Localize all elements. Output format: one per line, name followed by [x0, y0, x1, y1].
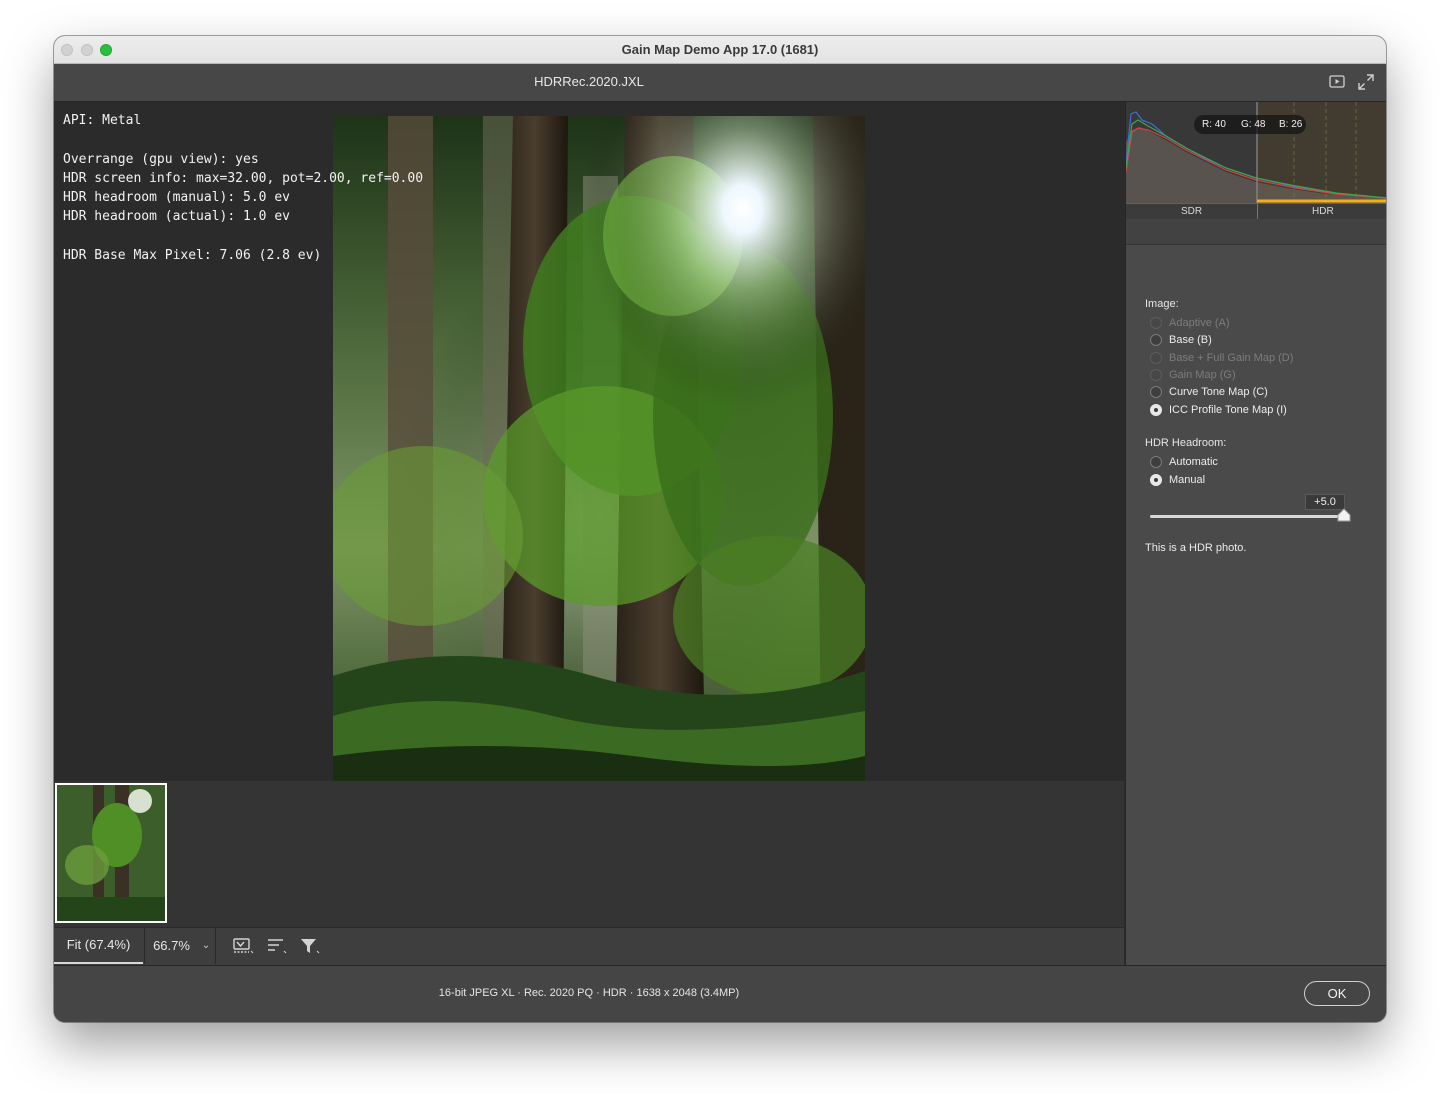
radio-label: Gain Map (G): [1169, 369, 1236, 381]
image-format-info: 16-bit JPEG XL · Rec. 2020 PQ · HDR · 16…: [438, 987, 740, 999]
sdr-label: SDR: [1181, 206, 1203, 217]
headroom-slider-thumb[interactable]: [1337, 508, 1351, 522]
green-value: G: 48: [1241, 119, 1266, 130]
play-slideshow-icon[interactable]: [1328, 73, 1346, 91]
histogram-footer-band: [1126, 219, 1386, 245]
hdr-label: HDR: [1312, 206, 1334, 217]
radio-button-selected[interactable]: [1150, 404, 1162, 416]
radio-label: ICC Profile Tone Map (I): [1169, 404, 1287, 416]
red-value: R: 40: [1202, 119, 1226, 130]
zoom-dropdown-chevron-icon[interactable]: ⌄: [197, 928, 216, 964]
radio-button: [1150, 317, 1162, 329]
hdr-headroom-label: HDR Headroom:: [1145, 437, 1227, 449]
histogram: R: 40 G: 48 B: 26: [1126, 102, 1386, 203]
blue-value: B: 26: [1279, 119, 1303, 130]
headroom-slider-track[interactable]: [1150, 515, 1346, 518]
inspector-panel: R: 40 G: 48 B: 26 SDR HDR Image: Adaptiv…: [1125, 102, 1386, 965]
fit-zoom-button[interactable]: Fit (67.4%): [54, 928, 143, 964]
radio-button[interactable]: [1150, 386, 1162, 398]
window-title: Gain Map Demo App 17.0 (1681): [621, 42, 819, 57]
sort-icon[interactable]: [266, 937, 288, 955]
image-viewer[interactable]: API: Metal Overrange (gpu view): yes HDR…: [54, 102, 1124, 781]
thumbnail-hdrrec-2020[interactable]: [55, 783, 167, 923]
sdr-hdr-divider: [1257, 204, 1258, 220]
title-bar: Gain Map Demo App 17.0 (1681): [54, 36, 1386, 64]
image-mode-label: Image:: [1145, 298, 1179, 310]
ok-button[interactable]: OK: [1304, 981, 1370, 1006]
fullscreen-icon[interactable]: [1357, 73, 1375, 91]
radio-button: [1150, 369, 1162, 381]
zoom-percent-field[interactable]: 66.7%: [144, 928, 198, 964]
radio-label: Manual: [1169, 474, 1206, 486]
zoom-toolbar: Fit (67.4%) 66.7% ⌄: [54, 927, 1124, 965]
radio-label: Base (B): [1169, 334, 1212, 346]
histogram-axis-labels: SDR HDR: [1126, 203, 1386, 220]
radio-button: [1150, 352, 1162, 364]
radio-button[interactable]: [1150, 334, 1162, 346]
radio-button[interactable]: [1150, 456, 1162, 468]
hdr-photo-note: This is a HDR photo.: [1145, 542, 1247, 554]
radio-label: Automatic: [1169, 456, 1218, 468]
file-name: HDRRec.2020.JXL: [534, 74, 644, 89]
status-footer: 16-bit JPEG XL · Rec. 2020 PQ · HDR · 16…: [54, 965, 1386, 1022]
radio-label: Base + Full Gain Map (D): [1169, 352, 1294, 364]
debug-info-overlay: API: Metal Overrange (gpu view): yes HDR…: [63, 113, 424, 264]
radio-label: Curve Tone Map (C): [1169, 386, 1268, 398]
filter-icon[interactable]: [299, 937, 321, 955]
viewer-header: HDRRec.2020.JXL: [54, 64, 1386, 102]
radio-button-selected[interactable]: [1150, 474, 1162, 486]
gain-map-view-icon[interactable]: [232, 937, 254, 955]
radio-label: Adaptive (A): [1169, 317, 1230, 329]
pixel-rgb-readout: R: 40 G: 48 B: 26: [1194, 115, 1306, 134]
filmstrip: [54, 781, 1124, 927]
app-window: Gain Map Demo App 17.0 (1681) HDRRec.202…: [54, 36, 1386, 1022]
